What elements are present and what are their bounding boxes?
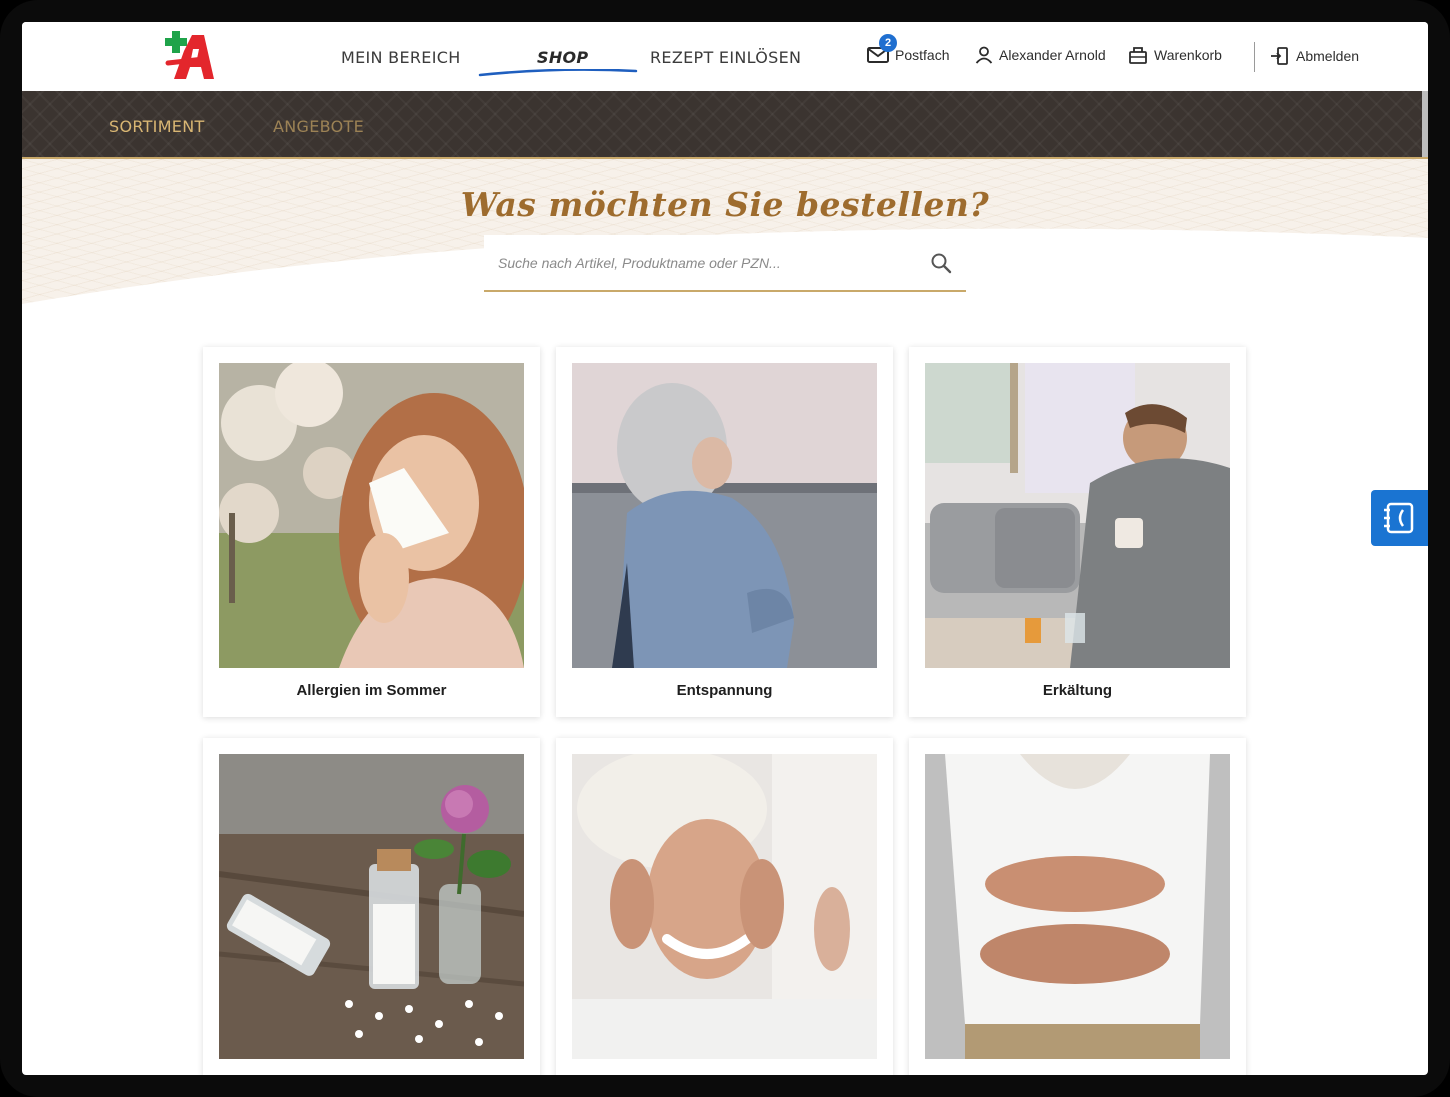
category-image [572, 754, 877, 1059]
category-image [219, 363, 524, 668]
category-image [925, 363, 1230, 668]
tab-sortiment[interactable]: SORTIMENT [109, 117, 205, 136]
mailbox-badge: 2 [879, 34, 897, 52]
mailbox-link[interactable]: 2 Postfach [867, 34, 950, 64]
user-icon [975, 46, 993, 64]
user-name: Alexander Arnold [999, 47, 1106, 63]
mailbox-label: Postfach [895, 47, 950, 63]
category-card-homoeopathie[interactable] [203, 738, 540, 1075]
product-search [484, 235, 966, 292]
category-label: Entspannung [676, 682, 773, 699]
scrollbar[interactable] [1422, 91, 1428, 157]
category-card-entspannung[interactable]: Entspannung [556, 347, 893, 717]
nav-shop[interactable]: SHOP [537, 48, 588, 67]
category-card-hautpflege[interactable] [556, 738, 893, 1075]
logout-icon [1271, 47, 1288, 65]
category-label: Allergien im Sommer [296, 682, 447, 699]
apotheke-logo[interactable] [164, 29, 216, 81]
category-card-erkaeltung[interactable]: Erkältung [909, 347, 1246, 717]
tab-angebote[interactable]: ANGEBOTE [273, 117, 364, 136]
search-input[interactable] [496, 249, 920, 277]
nav-mein-bereich[interactable]: MEIN BEREICH [341, 48, 461, 67]
sub-navigation: SORTIMENT ANGEBOTE [22, 91, 1428, 159]
nav-shop-underline [478, 69, 638, 77]
basket-icon [1129, 47, 1147, 64]
mail-icon: 2 [867, 34, 897, 64]
category-image [219, 754, 524, 1059]
category-label: Erkältung [1042, 682, 1113, 699]
page-title: Was möchten Sie bestellen? [460, 185, 990, 224]
category-image [925, 754, 1230, 1059]
nav-rezept-einloesen[interactable]: REZEPT EINLÖSEN [650, 48, 801, 67]
category-image [572, 363, 877, 668]
search-icon[interactable] [930, 252, 952, 274]
category-card-allergien[interactable]: Allergien im Sommer [203, 347, 540, 717]
top-header: MEIN BEREICH SHOP REZEPT EINLÖSEN 2 Post… [22, 22, 1428, 91]
device-frame: MEIN BEREICH SHOP REZEPT EINLÖSEN 2 Post… [0, 0, 1450, 1097]
user-profile-link[interactable]: Alexander Arnold [975, 46, 1106, 64]
header-divider [1254, 42, 1255, 72]
cart-link[interactable]: Warenkorb [1128, 46, 1222, 64]
logout-link[interactable]: Abmelden [1270, 46, 1359, 66]
logout-label: Abmelden [1296, 48, 1360, 64]
side-notepad-tab[interactable] [1371, 490, 1428, 546]
browser-viewport: MEIN BEREICH SHOP REZEPT EINLÖSEN 2 Post… [22, 22, 1428, 1075]
notebook-icon [1384, 502, 1414, 534]
cart-label: Warenkorb [1154, 47, 1222, 63]
category-card-verdauung[interactable] [909, 738, 1246, 1075]
